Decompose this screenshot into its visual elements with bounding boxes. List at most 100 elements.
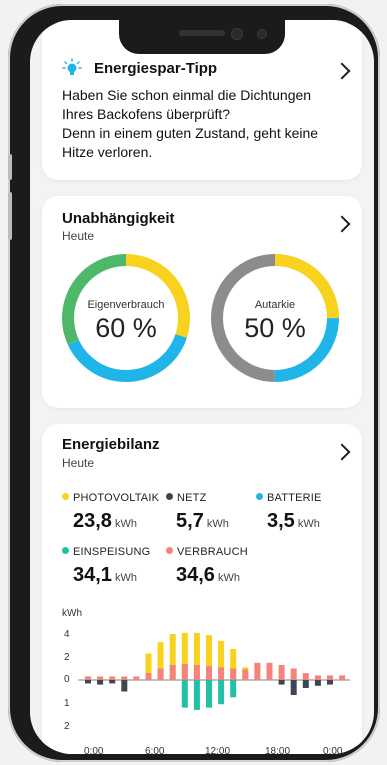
legend-label: EINSPEISUNG	[73, 546, 151, 558]
tip-line: Denn in einem guten Zustand, geht keine	[62, 125, 319, 141]
bar-verbrauch	[181, 663, 188, 680]
lightbulb-icon	[62, 58, 82, 75]
legend-einspeisung: EINSPEISUNG	[62, 546, 150, 558]
bar-verbrauch	[121, 676, 128, 680]
bar-netz	[278, 680, 285, 685]
legend-label: PHOTOVOLTAIK	[73, 492, 160, 504]
bar-verbrauch	[85, 676, 91, 680]
bar-verbrauch	[254, 662, 261, 681]
bar-verbrauch	[266, 662, 273, 681]
bar-einspeisung	[230, 680, 237, 698]
bar-verbrauch	[145, 673, 152, 680]
tip-line: Hitze verloren.	[62, 144, 153, 160]
sensor-icon	[257, 29, 267, 39]
kpi-unit: kWh	[206, 518, 229, 530]
bar-einspeisung	[206, 680, 212, 708]
x-tick-label: 0:00	[84, 746, 104, 754]
bar-verbrauch	[230, 668, 237, 680]
y-tick-label: 2	[64, 721, 70, 732]
bar-verbrauch	[242, 669, 249, 680]
x-tick-label: 0:00	[323, 746, 343, 754]
bar-verbrauch	[97, 676, 104, 680]
x-tick-label: 18:00	[265, 746, 291, 754]
blue-dot-icon	[256, 493, 263, 500]
camera-icon	[231, 28, 243, 40]
yellow-dot-icon	[62, 493, 69, 500]
chevron-right-icon[interactable]	[333, 62, 351, 80]
chevron-right-icon[interactable]	[333, 443, 351, 461]
kpi-batterie: 3,5 kWh	[267, 510, 320, 533]
autarky-value: 50 %	[244, 313, 306, 343]
kpi-unit: kWh	[217, 572, 240, 584]
bar-verbrauch	[133, 676, 140, 680]
kpi-unit: kWh	[297, 518, 320, 530]
bar-netz	[97, 680, 104, 685]
legend-label: VERBRAUCH	[177, 546, 248, 558]
bar-netz	[121, 680, 128, 692]
salmon-dot-icon	[166, 547, 173, 554]
tip-title: Energiespar-Tipp	[94, 60, 218, 77]
balance-title: Energiebilanz	[62, 436, 160, 453]
kpi-unit: kWh	[114, 572, 137, 584]
bar-einspeisung	[193, 680, 200, 710]
legend-verbrauch: VERBRAUCH	[166, 546, 248, 558]
bar-netz	[302, 680, 309, 688]
bar-verbrauch	[218, 667, 225, 681]
kpi-value: 5,7	[176, 510, 204, 532]
bar-verbrauch	[339, 675, 346, 680]
self-consumption-label: Eigenverbrauch	[87, 299, 165, 311]
independence-subtitle: Heute	[62, 229, 95, 243]
legend-label: BATTERIE	[267, 492, 322, 504]
legend-label: NETZ	[177, 492, 207, 504]
tip-line: Haben Sie schon einmal die Dichtungen	[62, 87, 312, 103]
bar-verbrauch	[314, 675, 321, 680]
kpi-value: 3,5	[267, 510, 295, 532]
bar-verbrauch	[206, 666, 212, 680]
volume-down-button	[8, 192, 12, 240]
bar-verbrauch	[327, 675, 333, 680]
y-tick-label: 2	[64, 652, 70, 663]
bar-verbrauch	[193, 665, 200, 680]
self-consumption-value: 60 %	[95, 313, 157, 343]
kpi-value: 23,8	[73, 510, 112, 532]
y-tick-label: 0	[64, 674, 70, 685]
bar-verbrauch	[157, 668, 164, 680]
energy-bar-chart	[78, 632, 350, 710]
y-tick-label: 1	[64, 698, 70, 709]
independence-card[interactable]: Unabhängigkeit Heute Eigenverbrauch 60 %	[42, 196, 362, 408]
chevron-right-icon[interactable]	[333, 215, 351, 233]
kpi-value: 34,1	[73, 564, 112, 586]
bar-verbrauch	[109, 676, 116, 680]
bar-netz	[85, 680, 91, 684]
dark-dot-icon	[166, 493, 173, 500]
bar-netz	[314, 680, 321, 686]
autarky-label: Autarkie	[254, 299, 296, 311]
kpi-verbrauch: 34,6 kWh	[176, 564, 240, 587]
energy-balance-card[interactable]: Energiebilanz Heute PHOTOVOLTAIK 23,8 kWh…	[42, 424, 362, 754]
bar-verbrauch	[302, 673, 309, 680]
balance-subtitle: Heute	[62, 456, 95, 470]
notch	[119, 20, 285, 54]
tip-line: Ihres Backofens überprüft?	[62, 106, 231, 122]
kpi-unit: kWh	[114, 518, 137, 530]
volume-up-button	[8, 154, 12, 180]
y-tick-label: 4	[64, 629, 70, 640]
x-tick-label: 12:00	[205, 746, 231, 754]
speaker	[179, 30, 225, 36]
tip-text: Haben Sie schon einmal die Dichtungen Ih…	[62, 86, 352, 162]
bar-verbrauch	[169, 665, 176, 680]
bar-einspeisung	[181, 680, 188, 708]
independence-title: Unabhängigkeit	[62, 210, 175, 227]
bar-netz	[290, 680, 297, 695]
bar-netz	[109, 680, 116, 684]
legend-photovoltaik: PHOTOVOLTAIK	[62, 492, 159, 504]
kpi-netz: 5,7 kWh	[176, 510, 229, 533]
bar-verbrauch	[290, 668, 297, 680]
kpi-einspeisung: 34,1 kWh	[73, 564, 137, 587]
bar-netz	[327, 680, 333, 685]
screen: Energiespar-Tipp Haben Sie schon einmal …	[30, 20, 374, 754]
legend-netz: NETZ	[166, 492, 207, 504]
kpi-value: 34,6	[176, 564, 215, 586]
phone-frame: Energiespar-Tipp Haben Sie schon einmal …	[8, 4, 380, 762]
kpi-photovoltaik: 23,8 kWh	[73, 510, 137, 533]
